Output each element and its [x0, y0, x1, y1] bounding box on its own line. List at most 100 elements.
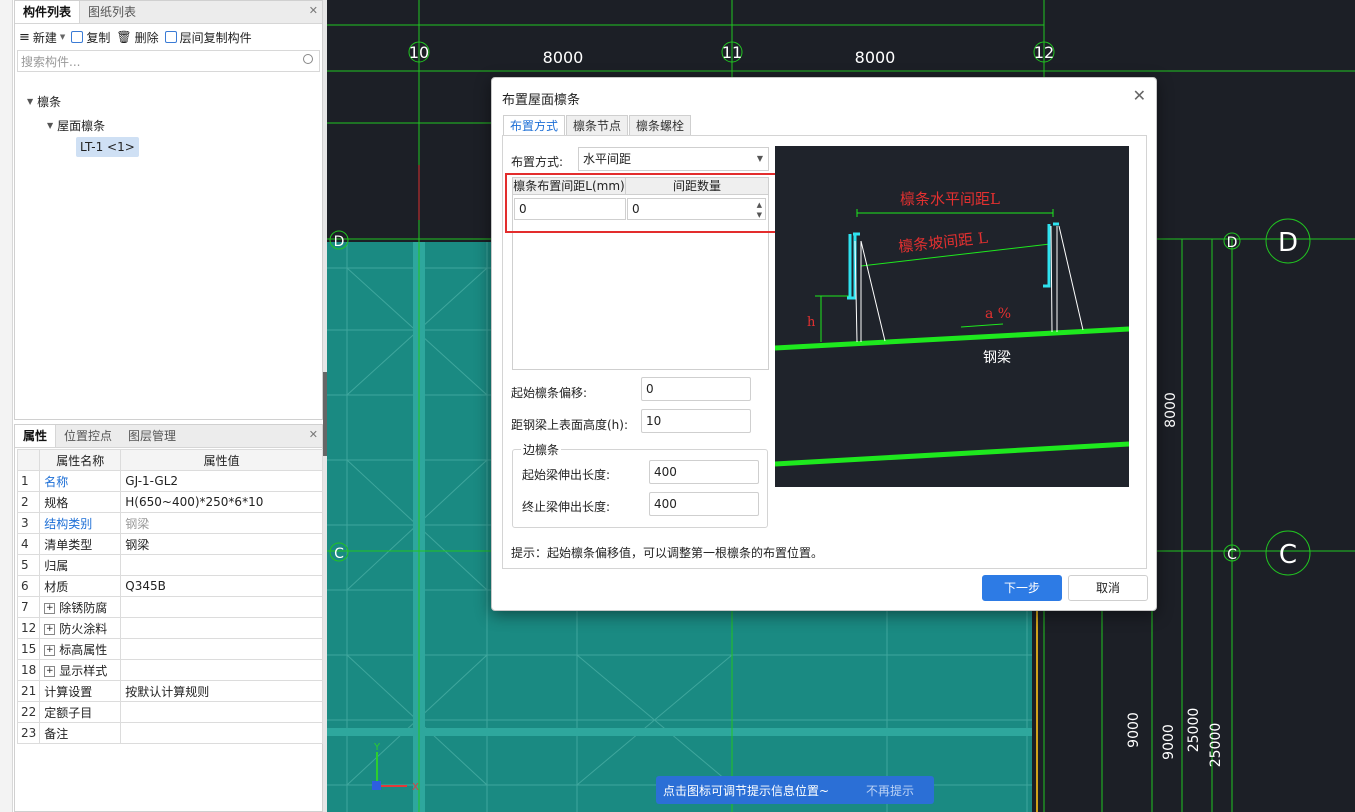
close-icon[interactable]: ✕: [1133, 86, 1146, 105]
table-row[interactable]: 5 归属: [16, 554, 323, 576]
copy-button[interactable]: 复制: [71, 29, 110, 46]
property-value[interactable]: [120, 596, 323, 618]
dimension-label: 9000: [1161, 724, 1177, 760]
tree-node-label: 屋面檩条: [57, 119, 106, 133]
axis-label-right: C: [1279, 540, 1297, 570]
dimension-label: 25000: [1186, 708, 1202, 753]
row-number: 23: [16, 722, 41, 744]
floor-copy-button[interactable]: 层间复制构件: [164, 29, 252, 46]
chevron-down-icon[interactable]: ▼: [60, 33, 65, 41]
property-value[interactable]: Q345B: [120, 575, 323, 597]
property-name: 材质: [39, 575, 122, 597]
row-number: 1: [16, 470, 41, 492]
caret-down-icon[interactable]: ▼: [27, 97, 33, 106]
axis-label-left: C: [334, 546, 344, 562]
expand-icon[interactable]: +: [44, 644, 56, 656]
caret-down-icon[interactable]: ▼: [47, 121, 53, 130]
property-name: 归属: [39, 554, 122, 576]
edge-purlin-group: 边檩条 起始梁伸出长度: 400 终止梁伸出长度: 400: [512, 441, 768, 528]
close-icon[interactable]: ✕: [309, 428, 318, 441]
new-icon: ≡: [19, 29, 30, 45]
dimension-label: 25000: [1208, 723, 1224, 768]
property-name: + 标高属性: [39, 638, 122, 660]
delete-label: 删除: [134, 30, 159, 45]
dimension-label: 8000: [1163, 392, 1179, 428]
property-name-label: 显示样式: [59, 663, 108, 678]
search-icon[interactable]: [303, 54, 313, 64]
property-value[interactable]: 钢梁: [120, 512, 323, 534]
tip-bar[interactable]: 点击图标可调节提示信息位置~ 不再提示: [656, 776, 934, 804]
table-row[interactable]: 21 计算设置 按默认计算规则: [16, 680, 323, 702]
tip-text: 点击图标可调节提示信息位置~: [663, 784, 830, 798]
next-button[interactable]: 下一步: [982, 575, 1062, 601]
tab-layout-method[interactable]: 布置方式: [503, 115, 566, 136]
tab-purlin-node[interactable]: 檩条节点: [566, 115, 629, 136]
table-row[interactable]: 18 + 显示样式: [16, 659, 323, 681]
start-offset-label: 起始檩条偏移:: [511, 386, 588, 400]
new-label: 新建: [32, 30, 57, 45]
tab-position-control[interactable]: 位置控点: [56, 425, 120, 447]
tree-node-lt1[interactable]: LT-1 <1>: [76, 137, 139, 157]
start-extension-input[interactable]: 400: [649, 460, 759, 484]
preview-h-label: h: [807, 315, 816, 330]
cancel-button[interactable]: 取消: [1068, 575, 1148, 601]
tab-drawing-list[interactable]: 图纸列表: [80, 1, 144, 23]
property-value[interactable]: 钢梁: [120, 533, 323, 555]
table-row[interactable]: 15 + 标高属性: [16, 638, 323, 660]
height-input[interactable]: 10: [641, 409, 751, 433]
table-row[interactable]: 1 名称 GJ-1-GL2: [16, 470, 323, 492]
table-row[interactable]: 2 规格 H(650~400)*250*6*10: [16, 491, 323, 513]
dimension-label: 8000: [855, 48, 896, 67]
tree-node-roof-purlin[interactable]: ▼ 屋面檩条: [47, 117, 105, 134]
property-value[interactable]: [120, 701, 323, 723]
property-value[interactable]: [120, 638, 323, 660]
expand-icon[interactable]: +: [44, 623, 56, 635]
row-number: 3: [16, 512, 41, 534]
header-property-name: 属性名称: [39, 449, 122, 471]
expand-icon[interactable]: +: [44, 602, 56, 614]
table-row[interactable]: 12 + 防火涂料: [16, 617, 323, 639]
row-number: 2: [16, 491, 41, 513]
new-button[interactable]: ≡ 新建 ▼: [19, 29, 65, 46]
axis-label-top: 10: [409, 43, 429, 62]
tree-node-label: 檩条: [37, 95, 62, 109]
tab-purlin-bolt[interactable]: 檩条螺栓: [629, 115, 692, 136]
tab-layer-manage[interactable]: 图层管理: [120, 425, 184, 447]
row-number: 22: [16, 701, 41, 723]
property-value[interactable]: [120, 554, 323, 576]
left-gutter: [0, 0, 13, 812]
end-extension-input[interactable]: 400: [649, 492, 759, 516]
ucs-origin: [372, 781, 381, 790]
search-input[interactable]: 搜索构件...: [17, 50, 320, 72]
tab-properties[interactable]: 属性: [15, 425, 57, 447]
preview-percent-label: a %: [985, 306, 1011, 322]
property-value[interactable]: H(650~400)*250*6*10: [120, 491, 323, 513]
place-roof-purlin-dialog: 布置屋面檩条 ✕ 布置方式 檩条节点 檩条螺栓 布置方式: 水平间距 ▼ 檩条布…: [491, 77, 1157, 611]
property-name: + 除锈防腐: [39, 596, 122, 618]
table-row[interactable]: 3 结构类别 钢梁: [16, 512, 323, 534]
tree-node-purlin[interactable]: ▼ 檩条: [27, 93, 61, 110]
table-row[interactable]: 23 备注: [16, 722, 323, 744]
row-number: 15: [16, 638, 41, 660]
edge-purlin-title: 边檩条: [521, 441, 562, 458]
table-row[interactable]: 6 材质 Q345B: [16, 575, 323, 597]
table-row[interactable]: 4 清单类型 钢梁: [16, 533, 323, 555]
property-value[interactable]: [120, 722, 323, 744]
property-value[interactable]: [120, 659, 323, 681]
header-property-value: 属性值: [120, 449, 323, 471]
property-table: 属性名称 属性值 1 名称 GJ-1-GL2 2 规格 H(650~400)*2…: [16, 449, 323, 744]
tab-component-list[interactable]: 构件列表: [15, 1, 81, 23]
close-icon[interactable]: ✕: [309, 4, 318, 17]
property-value[interactable]: GJ-1-GL2: [120, 470, 323, 492]
layout-method-select[interactable]: 水平间距 ▼: [578, 147, 769, 171]
table-row[interactable]: 7 + 除锈防腐: [16, 596, 323, 618]
dismiss-tip-button[interactable]: 不再提示: [866, 782, 914, 799]
component-list-panel: 构件列表 图纸列表 ✕ ≡ 新建 ▼ 复制 🗑 删除 层间复制构件 搜索构件..…: [14, 0, 323, 420]
table-row[interactable]: 22 定额子目: [16, 701, 323, 723]
property-value[interactable]: 按默认计算规则: [120, 680, 323, 702]
delete-button[interactable]: 🗑 删除: [116, 29, 158, 46]
expand-icon[interactable]: +: [44, 665, 56, 677]
property-value[interactable]: [120, 617, 323, 639]
start-offset-input[interactable]: 0: [641, 377, 751, 401]
dialog-body: 布置方式: 水平间距 ▼ 檩条布置间距L(mm) 间距数量 0 0 ▲ ▼ 起始…: [502, 135, 1147, 569]
